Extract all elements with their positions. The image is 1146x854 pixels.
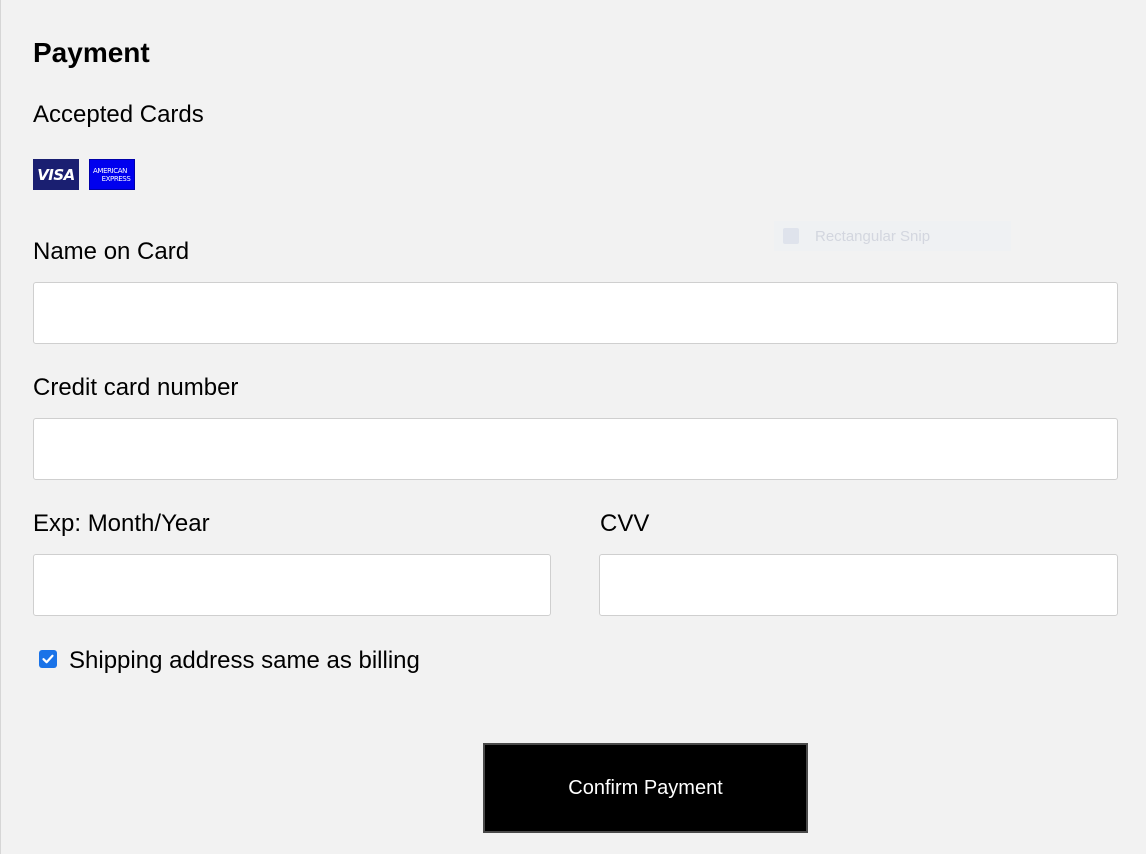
- accepted-cards: VISA AMERICAN EXPRESS: [33, 159, 135, 190]
- expiry-label: Exp: Month/Year: [33, 510, 210, 537]
- amex-card-text-line1: AMERICAN: [93, 166, 127, 175]
- credit-card-number-input[interactable]: [33, 418, 1118, 480]
- snip-label: Rectangular Snip: [815, 227, 931, 245]
- cvv-label: CVV: [600, 510, 650, 537]
- name-on-card-input[interactable]: [33, 282, 1118, 344]
- accepted-cards-label: Accepted Cards: [33, 101, 204, 128]
- visa-card-icon: VISA: [33, 159, 79, 190]
- rectangular-snip-overlay: Rectangular Snip: [774, 221, 1011, 251]
- name-on-card-label: Name on Card: [33, 238, 190, 265]
- shipping-same-label[interactable]: Shipping address same as billing: [69, 646, 420, 676]
- amex-card-text-line2: EXPRESS: [101, 174, 131, 183]
- expiry-input[interactable]: [33, 554, 551, 616]
- checkmark-icon: [42, 654, 54, 664]
- amex-card-icon: AMERICAN EXPRESS: [89, 159, 135, 190]
- credit-card-number-label: Credit card number: [33, 374, 239, 401]
- cvv-input[interactable]: [599, 554, 1118, 616]
- confirm-payment-button[interactable]: Confirm Payment: [483, 743, 808, 833]
- snip-icon: [783, 228, 799, 244]
- payment-form: Payment Accepted Cards VISA AMERICAN EXP…: [0, 0, 1145, 854]
- payment-heading: Payment: [33, 37, 150, 68]
- shipping-same-checkbox[interactable]: [39, 650, 57, 668]
- visa-card-text: VISA: [37, 165, 75, 184]
